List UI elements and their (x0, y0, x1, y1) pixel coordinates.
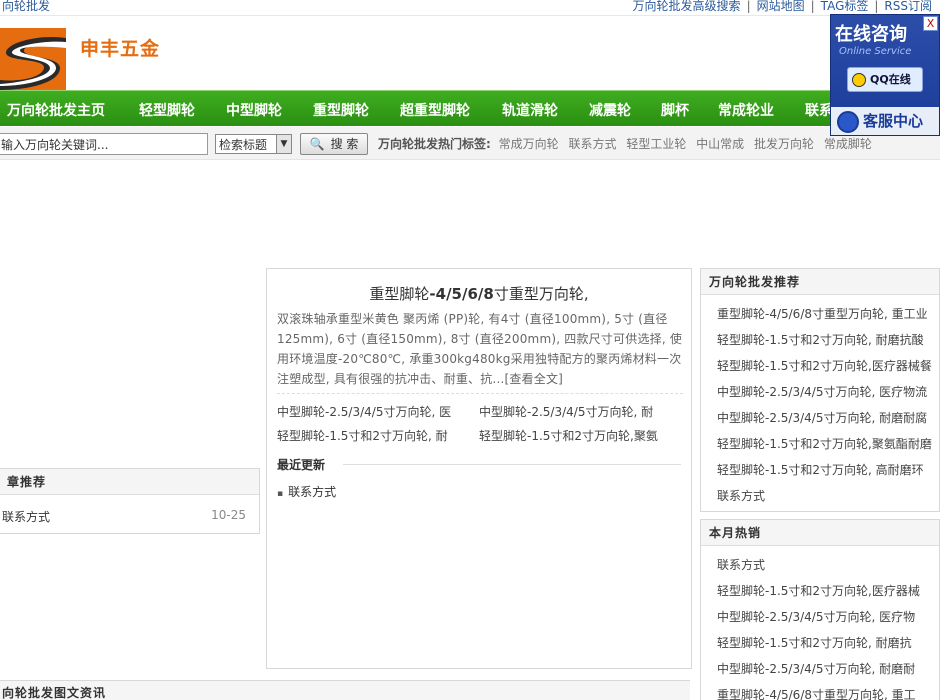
list-item: 联系方式 10-25 (2, 508, 246, 525)
featured-title-part: 寸重型万向轮, (493, 285, 589, 303)
online-service-widget: 在线咨询 Online Service X QQ在线 客服中心 (830, 14, 940, 136)
site-logo[interactable] (0, 28, 66, 90)
image-news-heading: 向轮批发图文资讯 (0, 680, 690, 700)
recent-updates-heading: 最近更新 (277, 456, 683, 473)
list-item[interactable]: 联系方式 (717, 556, 939, 573)
nav-item-shock-wheel[interactable]: 减震轮 (589, 100, 631, 120)
list-item[interactable]: 重型脚轮-4/5/6/8寸重型万向轮, 重工业 (717, 305, 939, 322)
logo-text: 申丰五金 (80, 38, 161, 60)
site-header: 申丰五金 (0, 16, 940, 90)
item-date: 10-25 (211, 508, 246, 522)
nav-item-home[interactable]: 万向轮批发主页 (7, 100, 105, 120)
hot-tags: 万向轮批发热门标签: 常成万向轮 联系方式 轻型工业轮 中山常成 批发万向轮 常… (378, 135, 878, 152)
list-item[interactable]: 轻型脚轮-1.5寸和2寸万向轮,医疗器械餐 (717, 357, 939, 374)
panel-heading: 章推荐 (0, 469, 259, 495)
nav-item-heavy-caster[interactable]: 重型脚轮 (313, 100, 369, 120)
list-item[interactable]: 中型脚轮-2.5/3/4/5寸万向轮, 医疗物流 (717, 383, 939, 400)
list-item[interactable]: 中型脚轮-2.5/3/4/5寸万向轮, 耐磨耐 (717, 660, 939, 677)
search-type-select[interactable]: 检索标题 ▼ (215, 134, 292, 154)
hot-tags-label: 万向轮批发热门标签: (378, 137, 491, 151)
recommend-panel: 万向轮批发推荐 重型脚轮-4/5/6/8寸重型万向轮, 重工业 轻型脚轮-1.5… (700, 268, 940, 512)
related-link[interactable]: 中型脚轮-2.5/3/4/5寸万向轮, 医 (277, 403, 469, 420)
nav-item-medium-caster[interactable]: 中型脚轮 (226, 100, 282, 120)
hot-tag[interactable]: 常成万向轮 (499, 137, 559, 151)
search-button-label: 搜 索 (330, 137, 359, 151)
top-home-link[interactable]: 向轮批发 (2, 0, 50, 14)
article-recommend-panel: 章推荐 联系方式 10-25 (0, 468, 260, 534)
list-item[interactable]: 轻型脚轮-1.5寸和2寸万向轮, 耐磨抗 (717, 634, 939, 651)
search-icon: 🔍 (309, 137, 325, 151)
search-input[interactable] (0, 133, 208, 155)
nav-item-light-caster[interactable]: 轻型脚轮 (139, 100, 195, 120)
top-bar: 向轮批发 万向轮批发高级搜索 | 网站地图 | TAG标签 | RSS订阅 (0, 0, 940, 16)
search-bar: 检索标题 ▼ 🔍 搜 索 万向轮批发热门标签: 常成万向轮 联系方式 轻型工业轮 … (0, 127, 940, 160)
list-item[interactable]: 重型脚轮-4/5/6/8寸重型万向轮, 重工 (717, 686, 939, 700)
top-links: 万向轮批发高级搜索 | 网站地图 | TAG标签 | RSS订阅 (632, 0, 932, 13)
featured-description: 双滚珠轴承重型米黄色 聚丙烯 (PP)轮, 有4寸 (直径100mm), 5寸 … (277, 312, 683, 386)
panel-heading: 本月热销 (701, 520, 939, 546)
list-item[interactable]: 联系方式 (717, 487, 939, 504)
qq-online-button[interactable]: QQ在线 (847, 67, 923, 92)
hot-tag[interactable]: 中山常成 (696, 137, 744, 151)
nav-item-changcheng[interactable]: 常成轮业 (718, 100, 774, 120)
agent-icon (837, 110, 859, 133)
list-item[interactable]: 轻型脚轮-1.5寸和2寸万向轮, 高耐磨环 (717, 461, 939, 478)
widget-title: 在线咨询 (835, 24, 907, 45)
list-item[interactable]: 轻型脚轮-1.5寸和2寸万向轮, 耐磨抗酸 (717, 331, 939, 348)
service-center-button[interactable]: 客服中心 (831, 107, 939, 135)
related-link[interactable]: 轻型脚轮-1.5寸和2寸万向轮, 耐 (277, 427, 469, 444)
close-icon[interactable]: X (923, 16, 938, 31)
hot-tag[interactable]: 批发万向轮 (754, 137, 814, 151)
advanced-search-link[interactable]: 万向轮批发高级搜索 (633, 0, 741, 13)
rss-link[interactable]: RSS订阅 (884, 0, 932, 13)
chevron-down-icon: ▼ (276, 135, 291, 153)
divider (277, 393, 683, 394)
tag-link[interactable]: TAG标签 (821, 0, 869, 13)
panel-heading: 万向轮批发推荐 (701, 269, 939, 295)
nav-item-rail-pulley[interactable]: 轨道滑轮 (502, 100, 558, 120)
list-item[interactable]: 中型脚轮-2.5/3/4/5寸万向轮, 耐磨耐腐 (717, 409, 939, 426)
list-item[interactable]: 轻型脚轮-1.5寸和2寸万向轮,聚氨酯耐磨 (717, 435, 939, 452)
search-type-value: 检索标题 (219, 138, 268, 152)
divider (343, 464, 681, 465)
nav-item-contact[interactable]: 联系 (805, 100, 833, 120)
featured-title-part: 重型脚轮 (369, 285, 430, 303)
nav-item-foot-cup[interactable]: 脚杯 (661, 100, 689, 120)
list-item[interactable]: 轻型脚轮-1.5寸和2寸万向轮,医疗器械 (717, 582, 939, 599)
related-link[interactable]: 中型脚轮-2.5/3/4/5寸万向轮, 耐 (479, 403, 671, 420)
qq-icon (852, 73, 866, 87)
recent-update-link[interactable]: 联系方式 (277, 483, 336, 500)
monthly-hot-panel: 本月热销 联系方式 轻型脚轮-1.5寸和2寸万向轮,医疗器械 中型脚轮-2.5/… (700, 519, 940, 700)
nav-item-super-heavy-caster[interactable]: 超重型脚轮 (400, 100, 470, 120)
recent-updates-label: 最近更新 (277, 458, 326, 472)
sitemap-link[interactable]: 网站地图 (757, 0, 805, 13)
qq-label: QQ在线 (870, 73, 911, 86)
article-link[interactable]: 联系方式 (2, 510, 50, 524)
related-link[interactable]: 轻型脚轮-1.5寸和2寸万向轮,聚氨 (479, 427, 671, 444)
hot-tag[interactable]: 常成脚轮 (824, 137, 872, 151)
service-label: 客服中心 (863, 112, 924, 130)
hot-tag[interactable]: 联系方式 (568, 137, 616, 151)
search-button[interactable]: 🔍 搜 索 (300, 133, 368, 155)
widget-subtitle: Online Service (839, 46, 912, 57)
main-nav: 万向轮批发主页 轻型脚轮 中型脚轮 重型脚轮 超重型脚轮 轨道滑轮 减震轮 脚杯… (0, 90, 940, 126)
featured-title[interactable]: 重型脚轮-4/5/6/8寸重型万向轮, (267, 283, 691, 304)
hot-tag[interactable]: 轻型工业轮 (626, 137, 686, 151)
featured-article-panel: 重型脚轮-4/5/6/8寸重型万向轮, 双滚珠轴承重型米黄色 聚丙烯 (PP)轮… (266, 268, 692, 669)
featured-title-bold: -4/5/6/8 (429, 285, 494, 303)
list-item[interactable]: 中型脚轮-2.5/3/4/5寸万向轮, 医疗物 (717, 608, 939, 625)
